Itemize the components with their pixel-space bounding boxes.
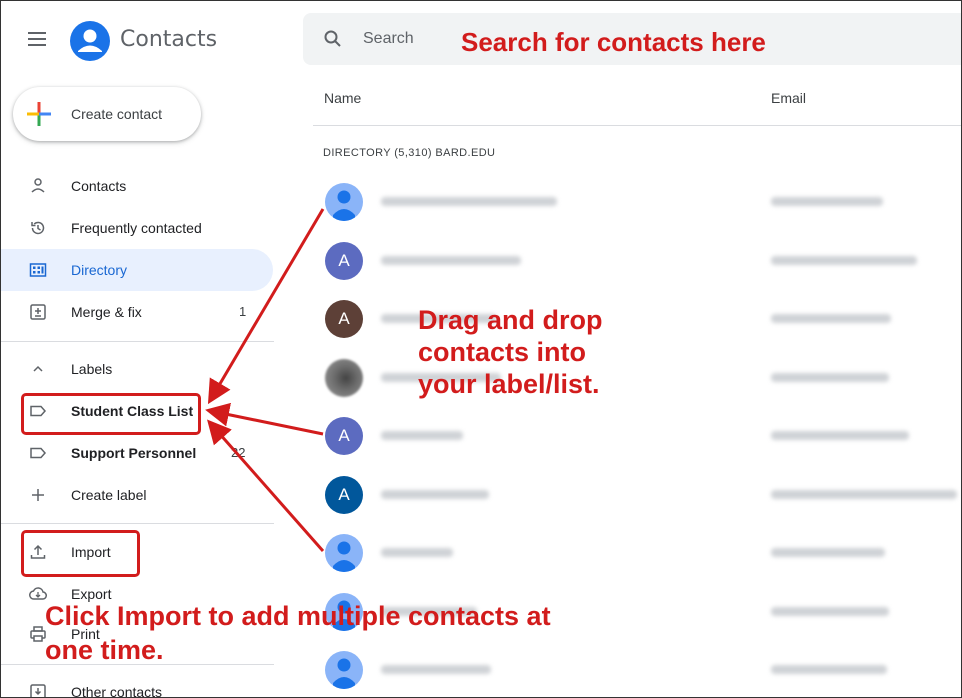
blurred-email <box>771 665 887 674</box>
app-title: Contacts <box>120 27 218 52</box>
create-label-item[interactable]: Create label <box>1 474 273 516</box>
create-contact-label: Create contact <box>71 106 163 122</box>
sidebar-item-support-personnel[interactable]: Support Personnel 22 <box>1 432 273 474</box>
blurred-email <box>771 314 891 323</box>
sidebar-item-label: Directory <box>71 262 128 278</box>
student-class-list-highlight <box>21 393 201 435</box>
sidebar-item-label: Support Personnel <box>71 445 197 461</box>
directory-icon <box>29 263 47 277</box>
blurred-name <box>381 255 521 265</box>
contacts-logo-icon <box>70 21 110 61</box>
labels-header-text: Labels <box>71 361 113 377</box>
avatar: A <box>325 241 363 280</box>
sidebar-item-label: Other contacts <box>71 684 163 698</box>
blurred-email <box>771 372 889 382</box>
blurred-name <box>381 431 463 440</box>
blurred-email <box>771 548 885 557</box>
contacts-window: Contacts Create contact Contacts Frequen… <box>0 0 962 698</box>
column-header-name[interactable]: Name <box>324 90 361 106</box>
merge-icon <box>30 304 46 320</box>
search-input[interactable] <box>363 27 453 51</box>
person-icon <box>333 541 355 572</box>
avatar: A <box>325 300 363 338</box>
inbox-download-icon <box>30 684 46 697</box>
sidebar-item-label: Merge & fix <box>71 304 142 320</box>
sidebar-item-merge-fix[interactable]: Merge & fix 1 <box>1 291 273 333</box>
sidebar-item-contacts[interactable]: Contacts <box>1 165 273 207</box>
blurred-email <box>771 197 883 206</box>
create-contact-button[interactable]: Create contact <box>13 87 201 141</box>
person-icon <box>333 190 355 221</box>
avatar <box>325 534 363 572</box>
sidebar-item-frequently-contacted[interactable]: Frequently contacted <box>1 207 273 249</box>
sidebar-item-label: Contacts <box>71 178 127 194</box>
hamburger-menu-icon[interactable] <box>28 32 46 46</box>
drag-annotation: Drag and drop contacts into your label/l… <box>418 305 603 399</box>
contact-row[interactable] <box>323 524 961 582</box>
contact-row[interactable]: A <box>323 407 961 465</box>
import-highlight <box>21 530 140 577</box>
directory-section-label: DIRECTORY (5,310) BARD.EDU <box>323 147 496 159</box>
sidebar-divider <box>1 341 274 342</box>
blurred-email <box>771 255 917 265</box>
merge-count-badge: 1 <box>239 304 247 319</box>
contact-row[interactable]: A <box>323 232 961 290</box>
label-icon <box>30 447 47 459</box>
blurred-name <box>381 197 557 206</box>
contact-row[interactable]: A <box>323 466 961 524</box>
import-annotation: Click Import to add multiple contacts at… <box>45 601 551 665</box>
avatar-letter: A <box>338 484 350 504</box>
avatar-letter: A <box>338 250 350 270</box>
sidebar-item-directory[interactable]: Directory <box>1 249 273 291</box>
history-icon <box>31 221 45 235</box>
plus-icon <box>27 102 51 126</box>
plus-icon <box>32 489 44 501</box>
search-icon[interactable] <box>323 29 343 49</box>
chevron-up-icon <box>33 365 43 372</box>
sidebar-item-other-contacts[interactable]: Other contacts <box>1 671 273 698</box>
support-count-badge: 22 <box>231 445 246 460</box>
avatar-letter: A <box>338 309 350 328</box>
avatar-letter: A <box>338 426 350 445</box>
blurred-email <box>771 431 909 440</box>
sidebar-divider <box>1 523 274 524</box>
sidebar-item-label: Create label <box>71 487 147 503</box>
avatar <box>325 358 363 397</box>
search-annotation: Search for contacts here <box>461 27 766 57</box>
contact-row[interactable] <box>323 173 961 231</box>
person-icon <box>31 178 45 193</box>
sidebar-item-label: Frequently contacted <box>71 220 202 236</box>
blurred-name <box>381 489 489 499</box>
blurred-name <box>381 548 453 557</box>
avatar: A <box>325 475 363 514</box>
blurred-email <box>771 606 889 616</box>
labels-header[interactable]: Labels <box>1 348 273 390</box>
header-divider <box>313 125 961 126</box>
blurred-email <box>771 489 957 499</box>
column-header-email[interactable]: Email <box>771 90 806 106</box>
avatar: A <box>325 417 363 455</box>
avatar <box>325 183 363 221</box>
